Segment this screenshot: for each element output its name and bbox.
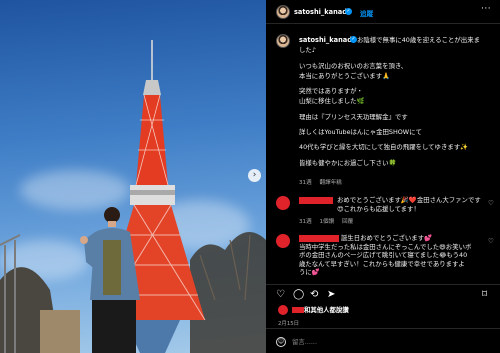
post-date: 2月15日	[278, 321, 300, 327]
comment-likes[interactable]: 1個讚	[320, 219, 335, 225]
heart-icon[interactable]: ♡	[488, 199, 494, 207]
comment-time: 31週	[299, 219, 312, 225]
translate-link[interactable]: 翻譯年糕	[320, 180, 342, 186]
emoji-icon[interactable]: ☺	[276, 337, 286, 347]
chevron-right-icon[interactable]: ›	[248, 169, 261, 182]
bookmark-icon[interactable]: ⌑	[482, 289, 487, 300]
send-icon[interactable]: ➤	[327, 289, 335, 300]
comment-text: 誕生日おめでとうございます💕 当時中学生だった私は金田さんにぞっこんでした😄お笑い…	[299, 234, 471, 277]
caption-line: 40代も学びと縁を大切にして独自の飛躍をしてゆきます✨	[299, 143, 469, 152]
caption-avatar[interactable]	[276, 34, 290, 48]
action-bar: ♡ ◯ ⟲ ➤ ⌑	[266, 284, 500, 302]
avatar[interactable]	[276, 5, 290, 19]
comment-line: おめでとうございます🎉❤️金田さん大ファンです	[337, 196, 481, 204]
comment-line: 誕生日おめでとうございます💕	[341, 234, 433, 242]
comment-line: 歳たなんて早すぎい！これからも健康で幸せでありますよ	[299, 259, 465, 268]
comment-avatar[interactable]	[276, 196, 290, 210]
comment-icon[interactable]: ◯	[293, 289, 304, 300]
likes-summary[interactable]: 和其他人都說讚	[278, 305, 349, 315]
post-photo: ›	[0, 0, 266, 353]
tower-scene	[0, 40, 266, 353]
caption-time: 31週	[299, 180, 312, 186]
caption-line: した♪	[299, 46, 316, 55]
caption-line: 皆様も健やかにお過ごし下さい🍀	[299, 158, 397, 167]
header-username[interactable]: satoshi_kanada	[294, 8, 351, 16]
comment-line: 当時中学生だった私は金田さんにぞっこんでした😄お笑いボ	[299, 242, 472, 251]
caption-line: 本当にありがとうございます🙏	[299, 71, 391, 80]
reply-button[interactable]: 回覆	[342, 219, 353, 225]
caption-text: お陰様で無事に40歳を迎えることが出来ました♪ いつも沢山のお祝いのお言葉を頂き…	[299, 35, 491, 168]
comment-meta: 31週 1個讚 回覆	[299, 217, 359, 225]
comment-line: 😍これからも応援してます！	[337, 204, 420, 213]
post-header: satoshi_kanada ✓ 追蹤 ···	[266, 0, 500, 24]
verified-badge-icon: ✓	[345, 8, 352, 15]
add-comment-input[interactable]: 留言......	[292, 337, 317, 346]
redacted-liker	[292, 307, 304, 313]
add-comment-bar: ☺ 留言......	[266, 328, 500, 353]
comment-text: おめでとうございます🎉❤️金田さん大ファンです 😍これからも応援してます！	[299, 196, 489, 213]
caption-line: 詳しくはYouTubeはんにゃ金田SHOWにて	[299, 128, 422, 137]
caption-line: 理由は『プリンセス天功理解金』です	[299, 112, 408, 121]
caption-line: お陰様で無事に40歳を迎えることが出来ま	[357, 36, 480, 44]
comment-line: うに💕	[299, 268, 320, 277]
comment-line: ボの金田さんのページ広げて眺引いて寝てました😂もう40	[299, 251, 468, 260]
caption-line: 山梨に移住しました🌿	[299, 97, 365, 106]
comment-avatar[interactable]	[276, 234, 290, 248]
heart-icon[interactable]: ♡	[276, 289, 285, 300]
follow-button[interactable]: 追蹤	[360, 8, 373, 18]
heart-icon[interactable]: ♡	[488, 237, 494, 245]
liker-avatar	[278, 305, 288, 315]
share-icon[interactable]: ⟲	[310, 289, 318, 300]
caption-line: 突然ではありますが・	[299, 87, 363, 96]
more-options-icon[interactable]: ···	[481, 4, 491, 14]
caption-line: いつも沢山のお祝いのお言葉を頂き、	[299, 61, 408, 70]
post-panel: satoshi_kanada ✓ 追蹤 ··· satoshi_kanada ✓…	[266, 0, 500, 353]
likes-text: 和其他人都說讚	[304, 306, 349, 314]
caption-meta: 31週 翻譯年糕	[299, 178, 348, 186]
